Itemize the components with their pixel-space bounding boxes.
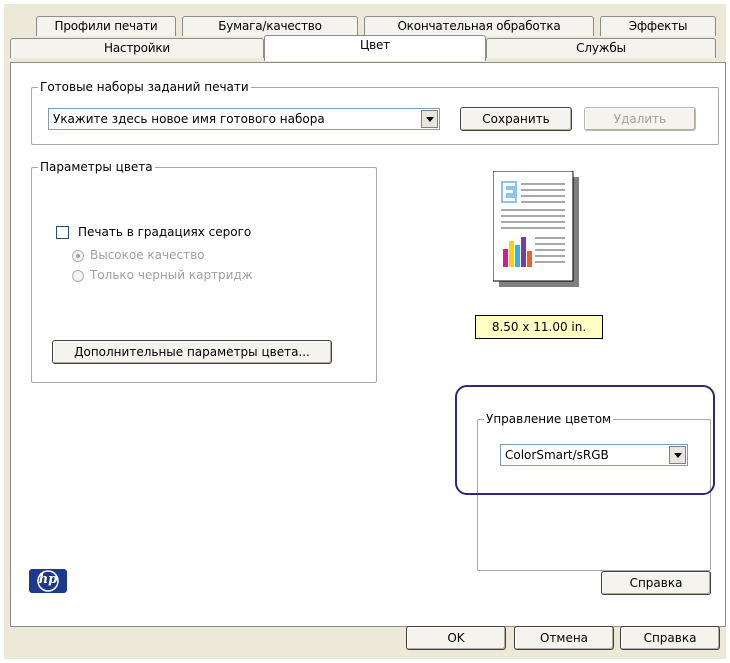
black-only-radio[interactable] [72,270,84,282]
preset-name-combo[interactable]: Укажите здесь новое имя готового набора [48,108,440,130]
hp-logo-text: hp [38,572,58,587]
page-preview-icon [492,170,579,287]
tab-color[interactable]: Цвет [264,35,486,61]
color-params-legend: Параметры цвета [38,160,155,174]
save-preset-button[interactable]: Сохранить [460,107,572,131]
ok-button[interactable]: OK [406,626,506,650]
grayscale-label: Печать в градациях серого [78,225,252,239]
color-management-highlight [455,385,715,495]
presets-group: Готовые наборы заданий печати Укажите зд… [31,80,719,145]
tab-finishing[interactable]: Окончательная обработка [364,16,594,36]
tab-print-profiles[interactable]: Профили печати [36,16,176,36]
panel-help-button[interactable]: Справка [601,571,711,595]
tab-services[interactable]: Службы [486,38,716,58]
advanced-color-button[interactable]: Дополнительные параметры цвета... [52,340,332,364]
presets-legend: Готовые наборы заданий печати [38,80,251,94]
dropdown-arrow-icon[interactable] [421,110,438,128]
color-params-group: Параметры цвета Печать в градациях серог… [31,160,377,383]
tab-settings[interactable]: Настройки [10,38,264,58]
tab-effects[interactable]: Эффекты [600,16,716,36]
printer-properties-dialog: Профили печати Бумага/качество Окончател… [4,4,726,659]
hp-logo: hp [29,569,67,593]
delete-preset-button[interactable]: Удалить [584,107,696,131]
paper-size-label: 8.50 x 11.00 in. [475,315,603,339]
black-only-label: Только черный картридж [90,268,253,282]
color-tab-panel: Готовые наборы заданий печати Укажите зд… [10,62,726,627]
help-button[interactable]: Справка [620,626,720,650]
tab-paper-quality[interactable]: Бумага/качество [182,16,358,36]
high-quality-radio[interactable] [72,250,84,262]
cancel-button[interactable]: Отмена [514,626,614,650]
grayscale-checkbox[interactable] [56,226,69,239]
preset-name-value: Укажите здесь новое имя готового набора [53,112,325,126]
high-quality-label: Высокое качество [90,248,205,262]
